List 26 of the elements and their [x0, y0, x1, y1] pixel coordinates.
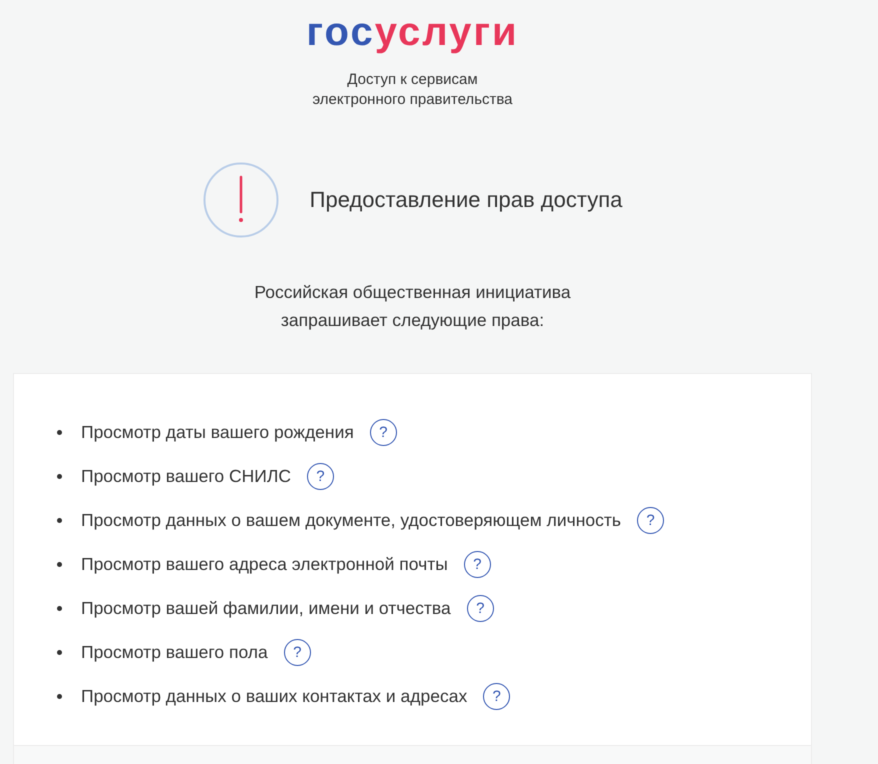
permission-label: Просмотр даты вашего рождения [81, 421, 354, 443]
help-button[interactable]: ? [483, 682, 510, 710]
page-title: Предоставление прав доступа [310, 186, 622, 214]
permission-label: Просмотр данных о вашем документе, удостоверяющем личность [81, 509, 621, 531]
help-button[interactable]: ? [306, 462, 334, 490]
bullet-icon [57, 606, 62, 610]
permission-label: Просмотр вашего пола [81, 641, 268, 663]
permission-label: Просмотр вашего СНИЛС [81, 465, 291, 487]
bullet-icon [57, 694, 62, 698]
permission-label: Просмотр вашей фамилии, имени и отчества [81, 597, 451, 619]
help-button[interactable]: ? [370, 418, 397, 446]
bullet-icon [57, 650, 62, 654]
tagline: Доступ к сервисам электронного правительства [311, 70, 514, 110]
help-button[interactable]: ? [637, 506, 664, 534]
bullet-icon [57, 474, 62, 478]
permission-label: Просмотр вашего адреса электронной почты [81, 553, 448, 575]
bullet-icon [57, 562, 62, 566]
help-button[interactable]: ? [464, 550, 491, 578]
request-text: Российская общественная инициатива запрашивает следующие права: [253, 281, 572, 332]
logo: госуслуги [306, 9, 519, 56]
help-button[interactable]: ? [284, 638, 311, 666]
bullet-icon [57, 518, 62, 522]
exclamation-icon [202, 162, 279, 238]
permission-label: Просмотр данных о ваших контактах и адресах [81, 685, 468, 707]
help-button[interactable]: ? [466, 594, 494, 622]
bullet-icon [57, 430, 62, 434]
